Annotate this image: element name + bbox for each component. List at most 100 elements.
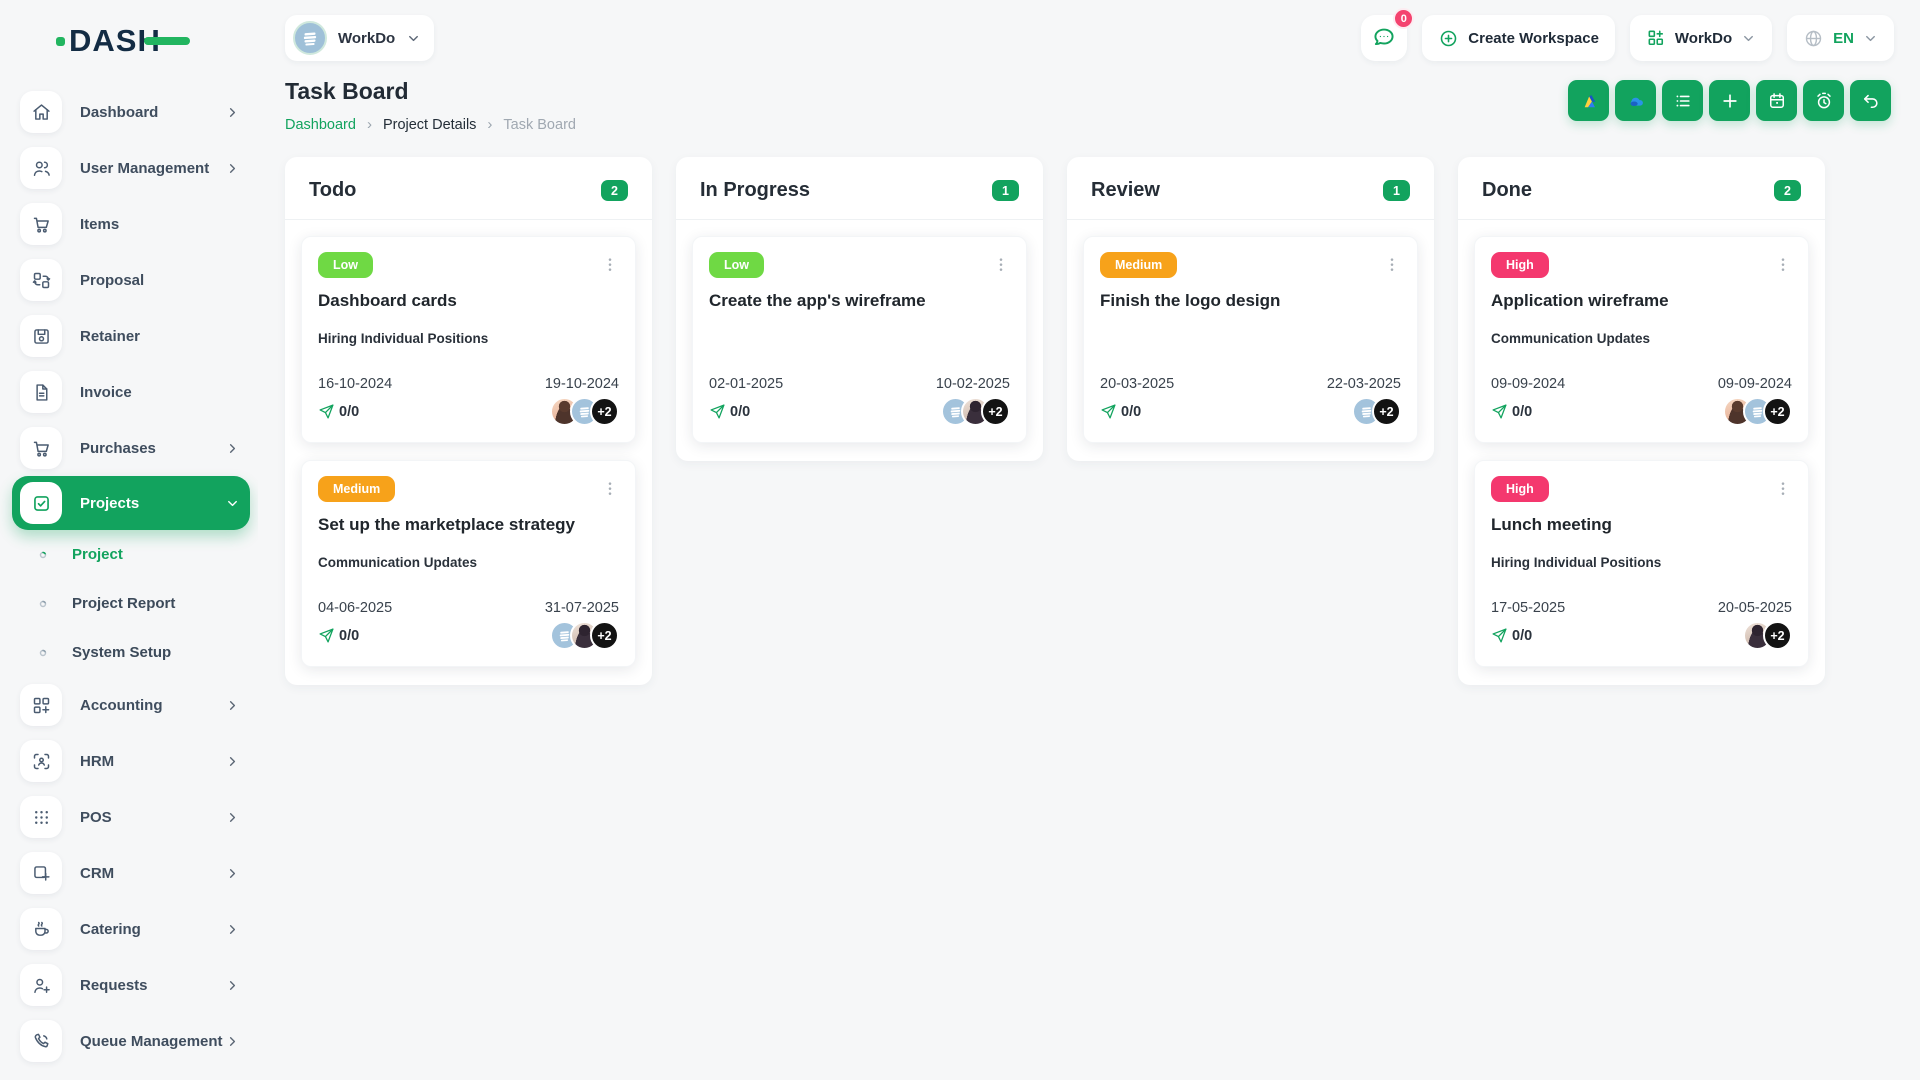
column-count-badge: 1 bbox=[992, 180, 1019, 201]
create-workspace-button[interactable]: Create Workspace bbox=[1422, 15, 1615, 61]
list-view-button[interactable] bbox=[1662, 80, 1703, 121]
extra-assignees-badge: +2 bbox=[590, 397, 619, 426]
task-card[interactable]: High Lunch meeting Hiring Individual Pos… bbox=[1474, 460, 1809, 667]
extra-assignees-badge: +2 bbox=[1763, 621, 1792, 650]
send-icon bbox=[709, 403, 726, 420]
sidebar-item-items[interactable]: Items bbox=[12, 196, 250, 252]
task-title: Set up the marketplace strategy bbox=[318, 515, 575, 534]
sidebar-item-label: Queue Management bbox=[80, 1032, 223, 1050]
coffee-icon bbox=[20, 908, 62, 950]
timer-button[interactable] bbox=[1803, 80, 1844, 121]
assignee-avatars: +2 bbox=[1352, 397, 1401, 426]
extra-assignees-badge: +2 bbox=[1372, 397, 1401, 426]
workspace-selector[interactable]: WorkDo bbox=[285, 15, 435, 61]
sidebar-item-invoice[interactable]: Invoice bbox=[12, 364, 250, 420]
task-card[interactable]: Low Create the app's wireframe 02-01-202… bbox=[692, 236, 1027, 443]
end-date: 22-03-2025 bbox=[1326, 376, 1401, 392]
add-task-button[interactable] bbox=[1709, 80, 1750, 121]
sidebar-item-pos[interactable]: POS bbox=[12, 789, 250, 845]
workspace-avatar bbox=[293, 21, 327, 55]
messages-button[interactable]: 0 bbox=[1361, 8, 1415, 61]
kebab-menu-icon[interactable] bbox=[1383, 256, 1401, 274]
sidebar-item-label: Purchases bbox=[80, 439, 156, 457]
sidebar-subitem-project[interactable]: Project bbox=[12, 530, 250, 579]
chevron-down-icon bbox=[1741, 31, 1756, 46]
language-selector[interactable]: EN bbox=[1787, 15, 1894, 61]
person-scan-icon bbox=[20, 740, 62, 782]
sidebar-subitem-project-report[interactable]: Project Report bbox=[12, 579, 250, 628]
column-count-badge: 2 bbox=[1774, 180, 1801, 201]
sidebar-subitem-system-setup[interactable]: System Setup bbox=[12, 628, 250, 677]
sidebar-subitem-label: Project bbox=[72, 546, 123, 563]
task-card[interactable]: Low Dashboard cards Hiring Individual Po… bbox=[301, 236, 636, 443]
check-square-icon bbox=[20, 482, 62, 524]
kebab-menu-icon[interactable] bbox=[601, 480, 619, 498]
sidebar-item-dashboard[interactable]: Dashboard bbox=[12, 84, 250, 140]
main-content: Task Board Dashboard Project Details Tas… bbox=[258, 66, 1920, 685]
column-count-badge: 2 bbox=[601, 180, 628, 201]
sidebar: DASH Dashboard User Management Items Pro… bbox=[0, 0, 258, 1080]
priority-badge: Medium bbox=[318, 476, 396, 502]
workspace-name: WorkDo bbox=[338, 29, 396, 47]
sidebar-item-crm[interactable]: CRM bbox=[12, 845, 250, 901]
assignee-avatars: +2 bbox=[550, 397, 619, 426]
extra-assignees-badge: +2 bbox=[1763, 397, 1792, 426]
chevron-right-icon bbox=[225, 810, 240, 825]
task-card[interactable]: High Application wireframe Communication… bbox=[1474, 236, 1809, 443]
google-drive-button[interactable] bbox=[1568, 80, 1609, 121]
sidebar-item-purchases[interactable]: Purchases bbox=[12, 420, 250, 476]
task-title: Lunch meeting bbox=[1491, 515, 1612, 534]
kebab-menu-icon[interactable] bbox=[992, 256, 1010, 274]
bullet-icon bbox=[38, 550, 48, 560]
cart-icon bbox=[20, 427, 62, 469]
task-milestone bbox=[709, 331, 1010, 348]
send-icon bbox=[1491, 403, 1508, 420]
assignee-avatars: +2 bbox=[550, 621, 619, 650]
board-toolbar bbox=[1568, 80, 1891, 121]
sidebar-menu: Dashboard User Management Items Proposal… bbox=[12, 84, 250, 1069]
start-date: 09-09-2024 bbox=[1491, 376, 1566, 392]
sidebar-item-proposal[interactable]: Proposal bbox=[12, 252, 250, 308]
sidebar-item-user-management[interactable]: User Management bbox=[12, 140, 250, 196]
sidebar-item-accounting[interactable]: Accounting bbox=[12, 677, 250, 733]
bullet-icon bbox=[38, 648, 48, 658]
sidebar-item-projects[interactable]: Projects bbox=[12, 476, 250, 530]
messages-count-badge: 0 bbox=[1393, 8, 1415, 29]
sidebar-item-label: Catering bbox=[80, 920, 141, 938]
bullet-icon bbox=[38, 599, 48, 609]
end-date: 09-09-2024 bbox=[1717, 376, 1792, 392]
task-board: Todo 2 Low Dashboard cards Hiring Indivi… bbox=[285, 157, 1920, 685]
save-icon bbox=[20, 315, 62, 357]
priority-badge: Low bbox=[709, 252, 764, 278]
task-title: Dashboard cards bbox=[318, 291, 457, 310]
assignee-avatars: +2 bbox=[1723, 397, 1792, 426]
apps-menu-button[interactable]: WorkDo bbox=[1629, 15, 1773, 61]
onedrive-button[interactable] bbox=[1615, 80, 1656, 121]
sidebar-item-queue-management[interactable]: Queue Management bbox=[12, 1013, 250, 1069]
subtask-progress: 0/0 bbox=[1512, 403, 1533, 420]
sidebar-item-requests[interactable]: Requests bbox=[12, 957, 250, 1013]
start-date: 02-01-2025 bbox=[709, 376, 784, 392]
priority-badge: Low bbox=[318, 252, 373, 278]
kebab-menu-icon[interactable] bbox=[1774, 256, 1792, 274]
assignee-avatars: +2 bbox=[1743, 621, 1792, 650]
extra-assignees-badge: +2 bbox=[590, 621, 619, 650]
kebab-menu-icon[interactable] bbox=[601, 256, 619, 274]
breadcrumb-dashboard[interactable]: Dashboard bbox=[285, 117, 356, 133]
chevron-right-icon bbox=[225, 441, 240, 456]
subtask-progress: 0/0 bbox=[339, 627, 360, 644]
sidebar-item-catering[interactable]: Catering bbox=[12, 901, 250, 957]
app-logo[interactable]: DASH bbox=[56, 23, 190, 59]
start-date: 17-05-2025 bbox=[1491, 600, 1566, 616]
sidebar-item-label: HRM bbox=[80, 752, 115, 770]
calendar-button[interactable] bbox=[1756, 80, 1797, 121]
sidebar-item-retainer[interactable]: Retainer bbox=[12, 308, 250, 364]
task-title: Finish the logo design bbox=[1100, 291, 1281, 310]
task-card[interactable]: Medium Set up the marketplace strategy C… bbox=[301, 460, 636, 667]
sidebar-item-label: Proposal bbox=[80, 271, 145, 289]
task-card[interactable]: Medium Finish the logo design 20-03-2025… bbox=[1083, 236, 1418, 443]
back-button[interactable] bbox=[1850, 80, 1891, 121]
breadcrumb-project-details[interactable]: Project Details bbox=[356, 116, 476, 133]
kebab-menu-icon[interactable] bbox=[1774, 480, 1792, 498]
sidebar-item-hrm[interactable]: HRM bbox=[12, 733, 250, 789]
